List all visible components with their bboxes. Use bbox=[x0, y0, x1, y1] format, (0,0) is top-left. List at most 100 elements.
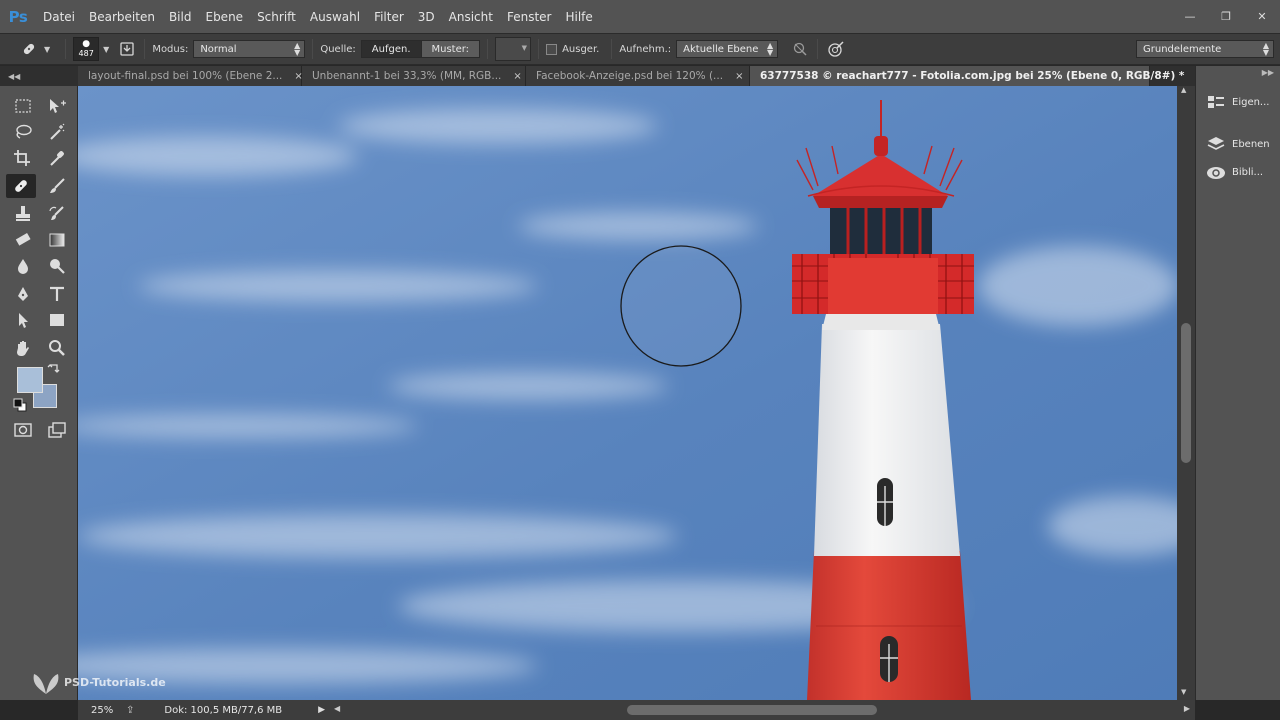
minimize-button[interactable]: — bbox=[1172, 0, 1208, 33]
window-controls: — ❐ ✕ bbox=[1172, 0, 1280, 33]
type-tool-icon[interactable] bbox=[42, 282, 72, 306]
panel-properties[interactable]: Eigen... bbox=[1196, 88, 1280, 116]
tab-layout-final[interactable]: layout-final.psd bei 100% (Ebene 2... × bbox=[78, 66, 303, 86]
gradient-tool-icon[interactable] bbox=[42, 228, 72, 252]
libraries-icon bbox=[1206, 163, 1226, 181]
tab-close-icon[interactable]: × bbox=[513, 71, 521, 82]
menu-ansicht[interactable]: Ansicht bbox=[442, 0, 500, 33]
history-brush-tool-icon[interactable] bbox=[42, 202, 72, 226]
menu-ebene[interactable]: Ebene bbox=[198, 0, 250, 33]
expand-panels-icon[interactable]: ▶▶ bbox=[1262, 68, 1274, 77]
tab-facebook-anzeige[interactable]: Facebook-Anzeige.psd bei 120% (... × bbox=[526, 66, 750, 86]
sample-select[interactable]: Aktuelle Ebene ▲ ▼ bbox=[676, 40, 779, 58]
swap-colors-icon[interactable] bbox=[42, 362, 66, 376]
hand-tool-icon[interactable] bbox=[8, 336, 38, 360]
maximize-button[interactable]: ❐ bbox=[1208, 0, 1244, 33]
tab-unbenannt-1[interactable]: Unbenannt-1 bei 33,3% (MM, RGB... × bbox=[302, 66, 526, 86]
spot-healing-brush-icon[interactable] bbox=[14, 38, 44, 60]
options-bar: ▼ ● 487 ▼ Modus: Normal ▲ ▼ Quelle: Aufge… bbox=[0, 33, 1280, 65]
ignore-adjustment-layers-icon[interactable] bbox=[790, 40, 810, 58]
marquee-tool-icon[interactable] bbox=[8, 94, 38, 118]
eyedropper-tool-icon[interactable] bbox=[42, 146, 72, 170]
mode-value: Normal bbox=[200, 43, 237, 55]
menu-datei[interactable]: Datei bbox=[36, 0, 82, 33]
butterfly-logo-icon bbox=[33, 674, 59, 694]
crop-tool-icon[interactable] bbox=[8, 146, 38, 170]
foreground-color-swatch[interactable] bbox=[17, 367, 43, 393]
close-button[interactable]: ✕ bbox=[1244, 0, 1280, 33]
eraser-tool-icon[interactable] bbox=[8, 228, 38, 252]
rectangle-tool-icon[interactable] bbox=[42, 308, 72, 332]
lasso-tool-icon[interactable] bbox=[8, 120, 38, 144]
document-size-info: Dok: 100,5 MB/77,6 MB bbox=[164, 704, 283, 716]
brush-settings-icon[interactable] bbox=[117, 40, 137, 58]
menu-3d[interactable]: 3D bbox=[411, 0, 442, 33]
path-selection-tool-icon[interactable] bbox=[8, 308, 38, 332]
brush-tool-icon[interactable] bbox=[42, 174, 72, 198]
document-canvas[interactable] bbox=[78, 86, 1177, 700]
aligned-label: Ausger. bbox=[562, 43, 600, 55]
menu-schrift[interactable]: Schrift bbox=[250, 0, 303, 33]
pattern-dropdown-icon: ▼ bbox=[521, 44, 528, 52]
zoom-level-field[interactable]: 25% bbox=[78, 702, 126, 718]
brush-dropdown-icon[interactable]: ▼ bbox=[103, 45, 109, 54]
lighthouse-window bbox=[880, 636, 898, 682]
pressure-size-icon[interactable] bbox=[825, 40, 847, 58]
scroll-up-icon[interactable]: ▲ bbox=[1181, 86, 1186, 94]
source-pattern-button[interactable]: Muster: bbox=[421, 40, 481, 58]
status-menu-arrow-icon[interactable]: ▶ bbox=[318, 705, 325, 715]
menu-filter[interactable]: Filter bbox=[367, 0, 411, 33]
lighthouse-photo bbox=[78, 86, 1177, 700]
zoom-tool-icon[interactable] bbox=[42, 336, 72, 360]
menu-fenster[interactable]: Fenster bbox=[500, 0, 559, 33]
horizontal-scrollbar[interactable]: ◀ ▶ bbox=[334, 703, 1190, 717]
panel-layers[interactable]: Ebenen bbox=[1196, 130, 1280, 158]
properties-icon bbox=[1206, 93, 1226, 111]
panel-dock: ▶▶ Eigen... Ebenen Bibli... bbox=[1195, 66, 1280, 700]
pen-tool-icon[interactable] bbox=[8, 282, 38, 306]
scroll-down-icon[interactable]: ▼ bbox=[1181, 688, 1186, 696]
move-tool-icon[interactable] bbox=[42, 94, 72, 118]
brush-size: 487 bbox=[78, 49, 94, 58]
mode-select[interactable]: Normal ▲ ▼ bbox=[193, 40, 306, 58]
menu-bild[interactable]: Bild bbox=[162, 0, 199, 33]
scroll-left-icon[interactable]: ◀ bbox=[334, 704, 340, 713]
panel-label: Ebenen bbox=[1232, 138, 1270, 150]
default-colors-icon[interactable] bbox=[8, 394, 32, 416]
workspace-select[interactable]: Grundelemente ▲ ▼ bbox=[1136, 40, 1274, 58]
menu-auswahl[interactable]: Auswahl bbox=[303, 0, 367, 33]
select-arrows-icon: ▲ ▼ bbox=[294, 41, 301, 57]
magic-wand-tool-icon[interactable] bbox=[42, 120, 72, 144]
layers-icon bbox=[1206, 135, 1226, 153]
tab-fotolia-image[interactable]: 63777538 © reachart777 - Fotolia.com.jpg… bbox=[750, 66, 1205, 86]
vertical-scrollbar[interactable]: ▲ ▼ bbox=[1177, 86, 1195, 700]
collapse-panels-icon[interactable]: ◀◀ bbox=[0, 66, 78, 86]
sample-label: Aufnehm.: bbox=[619, 43, 672, 55]
tab-close-icon[interactable]: × bbox=[735, 71, 743, 82]
horizontal-scroll-thumb[interactable] bbox=[627, 705, 877, 715]
brush-dot-icon: ● bbox=[82, 39, 91, 49]
panel-label: Bibli... bbox=[1232, 166, 1264, 178]
screen-mode-icon[interactable] bbox=[42, 418, 72, 442]
brush-picker[interactable]: ● 487 bbox=[73, 37, 100, 61]
menu-bar: Ps Datei Bearbeiten Bild Ebene Schrift A… bbox=[0, 0, 1280, 33]
scroll-right-icon[interactable]: ▶ bbox=[1184, 704, 1190, 713]
source-label: Quelle: bbox=[320, 43, 356, 55]
vertical-scroll-thumb[interactable] bbox=[1181, 323, 1191, 463]
blur-tool-icon[interactable] bbox=[8, 254, 38, 278]
tab-label: layout-final.psd bei 100% (Ebene 2... bbox=[88, 70, 283, 82]
tool-preset-dropdown-icon[interactable]: ▼ bbox=[44, 45, 50, 54]
aligned-checkbox[interactable] bbox=[546, 43, 558, 55]
menu-hilfe[interactable]: Hilfe bbox=[558, 0, 599, 33]
panel-libraries[interactable]: Bibli... bbox=[1196, 158, 1280, 186]
quick-mask-icon[interactable] bbox=[8, 418, 38, 442]
pattern-picker[interactable]: ▼ bbox=[495, 37, 532, 61]
dodge-tool-icon[interactable] bbox=[42, 254, 72, 278]
watermark-text: PSD-Tutorials.de bbox=[64, 675, 166, 689]
share-icon[interactable]: ⇪ bbox=[126, 705, 134, 716]
source-sampled-button[interactable]: Aufgen. bbox=[360, 40, 422, 58]
clone-stamp-tool-icon[interactable] bbox=[8, 202, 38, 226]
lighthouse-window bbox=[877, 478, 893, 526]
spot-healing-brush-tool-icon[interactable] bbox=[6, 174, 36, 198]
menu-bearbeiten[interactable]: Bearbeiten bbox=[82, 0, 162, 33]
